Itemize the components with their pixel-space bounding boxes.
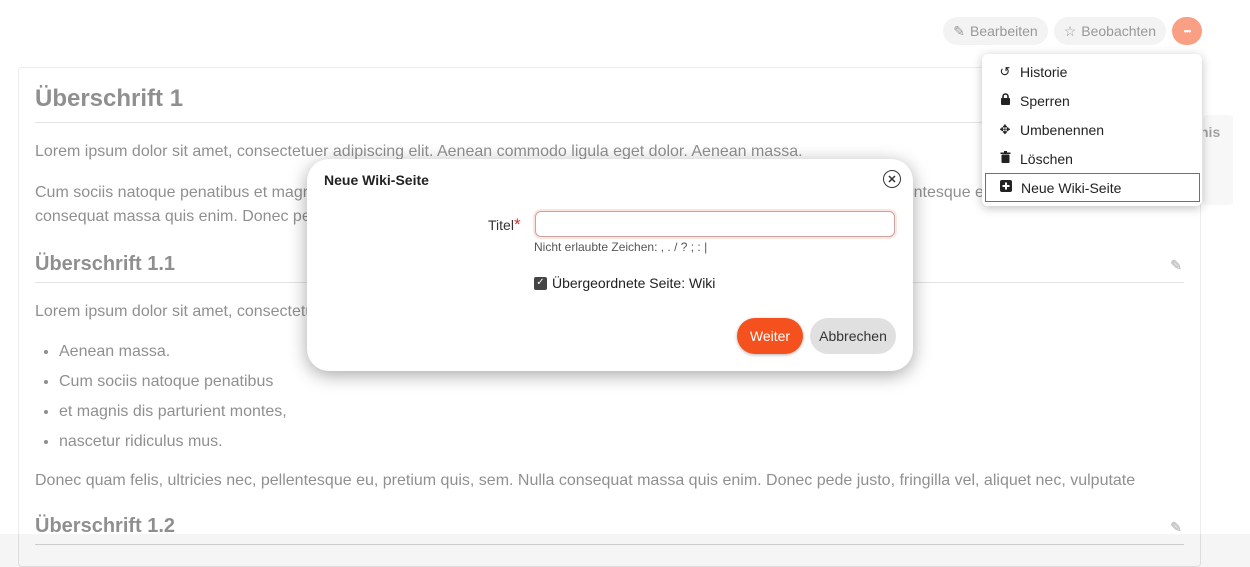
new-wiki-page-dialog: Neue Wiki-Seite ✕ Titel* Nicht erlaubte … — [307, 159, 913, 371]
menu-item-lock[interactable]: Sperren — [982, 86, 1202, 115]
title-field-label: Titel* — [488, 215, 521, 235]
checkbox-label: Übergeordnete Seite: Wiki — [552, 275, 716, 291]
history-icon: ↺ — [999, 63, 1011, 79]
menu-item-label: Löschen — [1020, 150, 1073, 167]
menu-item-label: Neue Wiki-Seite — [1021, 179, 1122, 196]
dialog-title: Neue Wiki-Seite — [324, 172, 429, 188]
parent-page-option[interactable]: ✓ Übergeordnete Seite: Wiki — [534, 275, 715, 291]
menu-item-label: Umbenennen — [1020, 121, 1105, 138]
menu-item-label: Sperren — [1020, 92, 1070, 109]
title-label-text: Titel — [488, 217, 514, 233]
required-marker: * — [513, 215, 521, 234]
plus-square-icon — [999, 180, 1013, 195]
more-actions-menu: ↺ Historie Sperren ✥ Umbenennen Löschen … — [982, 54, 1202, 206]
close-icon[interactable]: ✕ — [883, 170, 901, 188]
continue-button[interactable]: Weiter — [737, 318, 803, 354]
menu-item-label: Historie — [1020, 63, 1068, 80]
title-hint: Nicht erlaubte Zeichen: , . / ? ; : | — [534, 240, 708, 254]
menu-item-delete[interactable]: Löschen — [982, 144, 1202, 173]
title-input[interactable] — [535, 211, 895, 237]
move-icon: ✥ — [999, 121, 1011, 137]
lock-icon — [998, 93, 1012, 108]
menu-item-rename[interactable]: ✥ Umbenennen — [982, 115, 1202, 144]
menu-item-history[interactable]: ↺ Historie — [982, 57, 1202, 86]
checkbox-checked-icon[interactable]: ✓ — [534, 276, 547, 290]
trash-icon — [998, 151, 1012, 166]
cancel-button[interactable]: Abbrechen — [810, 318, 896, 354]
menu-item-new-wiki-page[interactable]: Neue Wiki-Seite — [985, 173, 1200, 202]
